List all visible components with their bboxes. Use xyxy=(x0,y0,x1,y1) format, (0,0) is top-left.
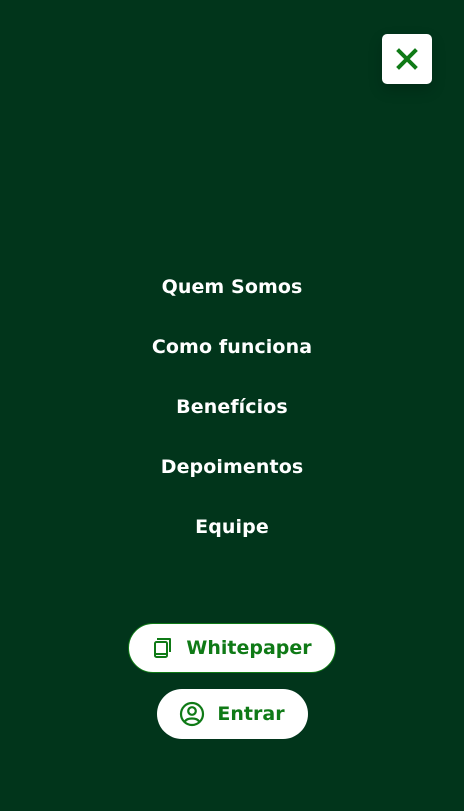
nav-item-quem-somos[interactable]: Quem Somos xyxy=(0,257,464,317)
mobile-menu-overlay: Quem Somos Como funciona Benefícios Depo… xyxy=(0,0,464,811)
nav-menu: Quem Somos Como funciona Benefícios Depo… xyxy=(0,257,464,557)
user-circle-icon xyxy=(179,701,205,727)
nav-item-como-funciona[interactable]: Como funciona xyxy=(0,317,464,377)
close-menu-button[interactable] xyxy=(382,34,432,84)
nav-item-equipe[interactable]: Equipe xyxy=(0,497,464,557)
whitepaper-label: Whitepaper xyxy=(186,637,312,659)
nav-item-depoimentos[interactable]: Depoimentos xyxy=(0,437,464,497)
login-label: Entrar xyxy=(217,703,285,725)
close-icon xyxy=(396,48,418,70)
nav-item-beneficios[interactable]: Benefícios xyxy=(0,377,464,437)
login-button[interactable]: Entrar xyxy=(156,689,308,739)
document-icon xyxy=(152,637,174,659)
whitepaper-button[interactable]: Whitepaper xyxy=(128,623,336,673)
menu-actions: Whitepaper Entrar xyxy=(0,623,464,739)
